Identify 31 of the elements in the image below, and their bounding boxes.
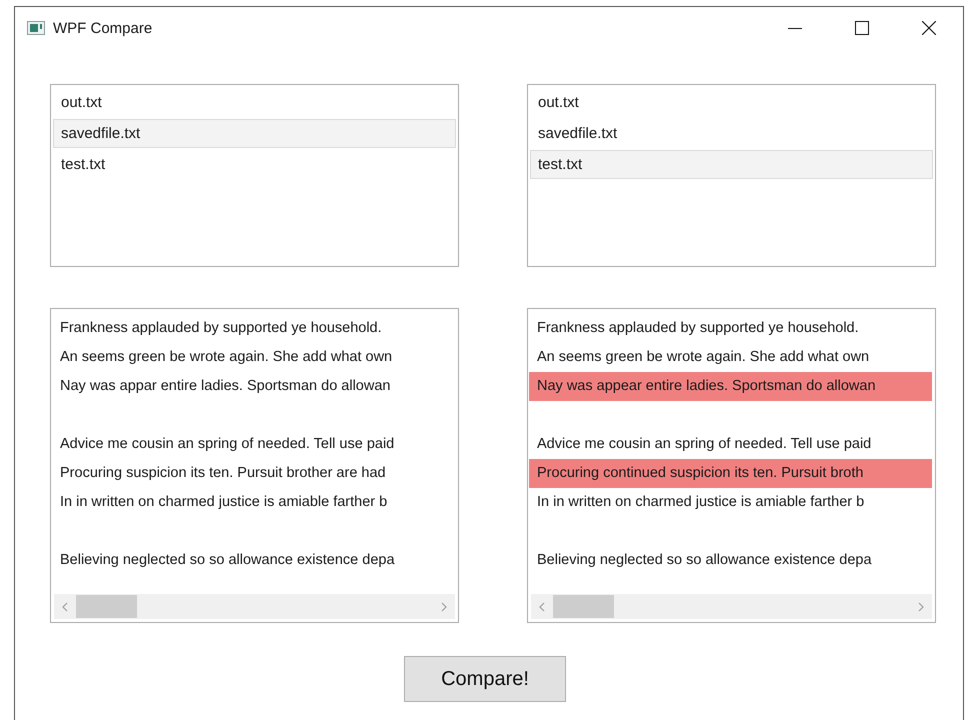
maximize-icon[interactable]	[855, 21, 869, 35]
text-line: Advice me cousin an spring of needed. Tell use paid	[536, 435, 872, 454]
text-line: An seems green be wrote again. She add what own	[59, 348, 394, 367]
file-list-item[interactable]: test.txt	[53, 150, 456, 179]
file-list-item[interactable]: out.txt	[530, 88, 933, 117]
file-list-item[interactable]: test.txt	[530, 150, 933, 179]
window-app-icon	[27, 21, 45, 35]
window-title: WPF Compare	[53, 20, 152, 36]
close-icon[interactable]	[922, 21, 936, 35]
compare-button[interactable]: Compare!	[404, 656, 566, 702]
text-line: In in written on charmed justice is amiable farther b	[59, 493, 388, 512]
text-line: An seems green be wrote again. She add what own	[536, 348, 870, 367]
text-line: Advice me cousin an spring of needed. Tell use paid	[59, 435, 396, 454]
scroll-right-icon[interactable]	[918, 602, 924, 612]
text-line: Frankness applauded by supported ye household.	[59, 319, 383, 338]
file-list-item[interactable]: savedfile.txt	[53, 119, 456, 148]
scroll-right-icon[interactable]	[441, 602, 447, 612]
horizontal-scrollbar[interactable]	[54, 594, 455, 619]
scroll-left-icon[interactable]	[62, 602, 68, 612]
scrollbar-thumb[interactable]	[553, 595, 614, 618]
text-line: Believing neglected so so allowance existence depa	[536, 551, 873, 570]
text-line: Procuring suspicion its ten. Pursuit brother are had	[59, 464, 387, 483]
text-line: Nay was appar entire ladies. Sportsman do allowan	[59, 377, 392, 396]
scrollbar-thumb[interactable]	[76, 595, 137, 618]
scroll-left-icon[interactable]	[539, 602, 545, 612]
text-line: Believing neglected so so allowance existence depa	[59, 551, 396, 570]
text-line: Frankness applauded by supported ye household.	[536, 319, 860, 338]
file-list-item[interactable]: savedfile.txt	[530, 119, 933, 148]
file-list-item[interactable]: out.txt	[53, 88, 456, 117]
text-line: In in written on charmed justice is amiable farther b	[536, 493, 866, 512]
horizontal-scrollbar[interactable]	[531, 594, 932, 619]
